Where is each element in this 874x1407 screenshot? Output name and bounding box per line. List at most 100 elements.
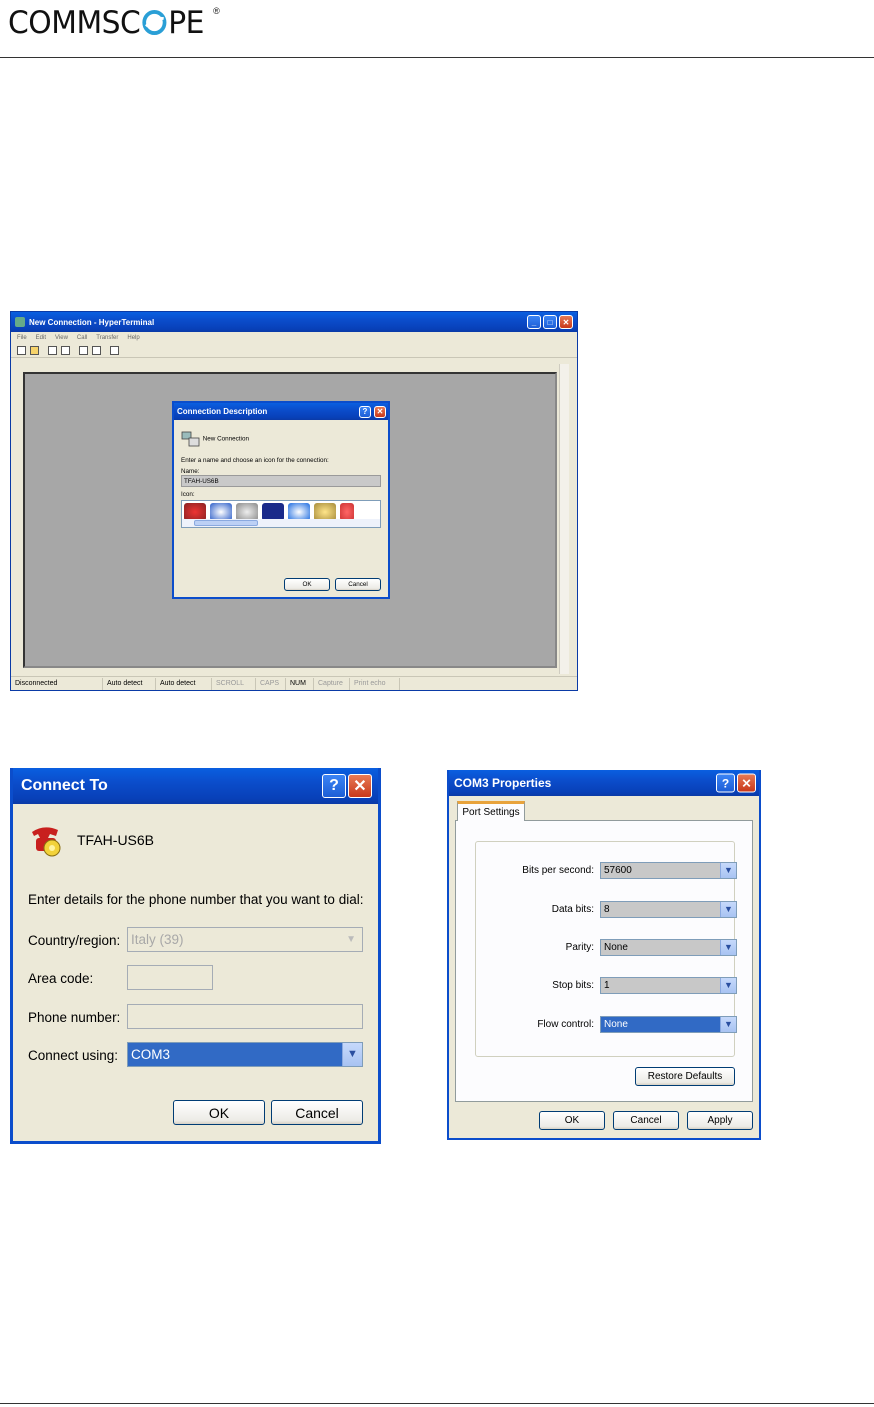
- stop-bits-select[interactable]: 1 ▼: [600, 977, 737, 994]
- chevron-down-icon[interactable]: ▼: [720, 940, 736, 955]
- globe-icon: [142, 9, 167, 36]
- name-input[interactable]: TFAH-US6B: [181, 475, 381, 487]
- parity-label: Parity:: [565, 942, 594, 953]
- connect-to-titlebar: Connect To ? ✕: [13, 768, 378, 804]
- name-label: Name:: [181, 468, 200, 475]
- new-icon[interactable]: [17, 346, 26, 355]
- chevron-down-icon[interactable]: ▼: [720, 978, 736, 993]
- vertical-scrollbar[interactable]: [559, 364, 569, 674]
- status-terminal: Auto detect: [103, 677, 156, 690]
- connect-using-value: COM3: [131, 1047, 171, 1062]
- menu-call[interactable]: Call: [77, 335, 87, 341]
- connect-using-select[interactable]: COM3 ▼: [127, 1042, 363, 1067]
- close-button[interactable]: ✕: [374, 405, 386, 418]
- menu-file[interactable]: File: [17, 335, 27, 341]
- country-select[interactable]: Italy (39) ▼: [127, 927, 363, 952]
- status-caps: CAPS: [256, 677, 286, 690]
- close-button[interactable]: ✕: [348, 774, 372, 798]
- phone-icon: [32, 827, 61, 857]
- minimize-button[interactable]: _: [527, 315, 541, 329]
- chevron-down-icon: ▼: [346, 934, 356, 945]
- menu-help[interactable]: Help: [127, 335, 139, 341]
- help-button[interactable]: ?: [359, 405, 371, 418]
- com3-properties-dialog: COM3 Properties ? ✕ Port Settings Bits p…: [447, 770, 761, 1140]
- toolbar: [11, 344, 577, 358]
- chevron-down-icon[interactable]: ▼: [342, 1043, 362, 1066]
- cancel-button[interactable]: Cancel: [613, 1111, 679, 1130]
- icon-scrollbar[interactable]: [182, 519, 380, 527]
- ok-button[interactable]: OK: [284, 578, 330, 591]
- logo-text: COMMSC PE: [8, 5, 204, 41]
- ok-button[interactable]: OK: [539, 1111, 605, 1130]
- data-bits-select[interactable]: 8 ▼: [600, 901, 737, 918]
- icon-picker[interactable]: [181, 500, 381, 528]
- status-baud: Auto detect: [156, 677, 212, 690]
- ok-button[interactable]: OK: [173, 1100, 265, 1125]
- help-button[interactable]: ?: [716, 773, 735, 793]
- restore-defaults-button[interactable]: Restore Defaults: [635, 1067, 735, 1086]
- connection-heading-row: TFAH-US6B: [28, 822, 154, 858]
- phone-number-input[interactable]: [127, 1004, 363, 1029]
- help-button[interactable]: ?: [322, 774, 346, 798]
- close-button[interactable]: ✕: [559, 315, 573, 329]
- connection-name: TFAH-US6B: [77, 832, 155, 848]
- port-settings-group: Bits per second: 57600 ▼ Data bits: 8 ▼ Pa…: [475, 841, 737, 1057]
- close-button[interactable]: ✕: [737, 773, 756, 793]
- stop-bits-label: Stop bits:: [552, 980, 594, 991]
- flow-control-label: Flow control:: [537, 1019, 594, 1030]
- cancel-button[interactable]: Cancel: [271, 1100, 363, 1125]
- apply-button[interactable]: Apply: [687, 1111, 753, 1130]
- com3-titlebar: COM3 Properties ? ✕: [449, 770, 759, 796]
- data-bits-value: 8: [604, 904, 610, 915]
- hyperterminal-title: New Connection - HyperTerminal: [29, 317, 155, 327]
- cancel-button[interactable]: Cancel: [335, 578, 381, 591]
- status-capture: Capture: [314, 677, 350, 690]
- connect-to-title: Connect To: [21, 777, 108, 794]
- scroll-thumb[interactable]: [194, 520, 258, 526]
- status-num: NUM: [286, 677, 314, 690]
- connection-heading: New Connection: [202, 435, 249, 443]
- properties-icon[interactable]: [110, 346, 119, 355]
- dial-instruction: Enter details for the phone number that …: [28, 892, 364, 907]
- parity-select[interactable]: None ▼: [600, 939, 737, 956]
- registered-mark: ®: [213, 6, 220, 16]
- menu-edit[interactable]: Edit: [36, 335, 46, 341]
- menu-bar: File Edit View Call Transfer Help: [11, 332, 577, 344]
- status-bar: Disconnected Auto detect Auto detect SCR…: [11, 676, 577, 690]
- phone-icon[interactable]: [48, 346, 57, 355]
- footer-rule: [0, 1403, 874, 1404]
- area-code-label: Area code:: [28, 971, 94, 986]
- connection-description-dialog: Connection Description ? ✕ New Connectio…: [172, 401, 390, 599]
- chevron-down-icon[interactable]: ▼: [720, 902, 736, 917]
- flow-control-select[interactable]: None ▼: [600, 1016, 737, 1033]
- menu-view[interactable]: View: [55, 335, 68, 341]
- open-icon[interactable]: [30, 346, 39, 355]
- icon-label: Icon:: [181, 491, 195, 498]
- status-connection: Disconnected: [11, 677, 103, 690]
- hyperterminal-window: New Connection - HyperTerminal _ □ ✕ Fil…: [10, 311, 578, 691]
- menu-transfer[interactable]: Transfer: [96, 335, 118, 341]
- tab-port-settings[interactable]: Port Settings: [457, 801, 525, 821]
- port-settings-panel: Bits per second: 57600 ▼ Data bits: 8 ▼ Pa…: [455, 820, 753, 1102]
- receive-icon[interactable]: [92, 346, 101, 355]
- stop-bits-value: 1: [604, 980, 610, 991]
- dialog-body: New Connection Enter a name and choose a…: [174, 420, 388, 599]
- chevron-down-icon[interactable]: ▼: [720, 1017, 736, 1032]
- dialog-title: Connection Description: [177, 407, 268, 416]
- hyperterminal-titlebar: New Connection - HyperTerminal _ □ ✕: [11, 312, 577, 332]
- com3-title: COM3 Properties: [454, 776, 552, 790]
- area-code-input[interactable]: [127, 965, 213, 990]
- status-print-echo: Print echo: [350, 677, 400, 690]
- send-icon[interactable]: [79, 346, 88, 355]
- disconnect-icon[interactable]: [61, 346, 70, 355]
- status-scroll: SCROLL: [212, 677, 256, 690]
- parity-value: None: [604, 942, 628, 953]
- connect-to-body: TFAH-US6B Enter details for the phone nu…: [13, 804, 378, 1141]
- bits-per-second-select[interactable]: 57600 ▼: [600, 862, 737, 879]
- dialog-instruction: Enter a name and choose an icon for the …: [181, 457, 329, 464]
- country-value: Italy (39): [131, 932, 184, 947]
- phone-number-label: Phone number:: [28, 1010, 121, 1025]
- maximize-button[interactable]: □: [543, 315, 557, 329]
- data-bits-label: Data bits:: [551, 904, 594, 915]
- chevron-down-icon[interactable]: ▼: [720, 863, 736, 878]
